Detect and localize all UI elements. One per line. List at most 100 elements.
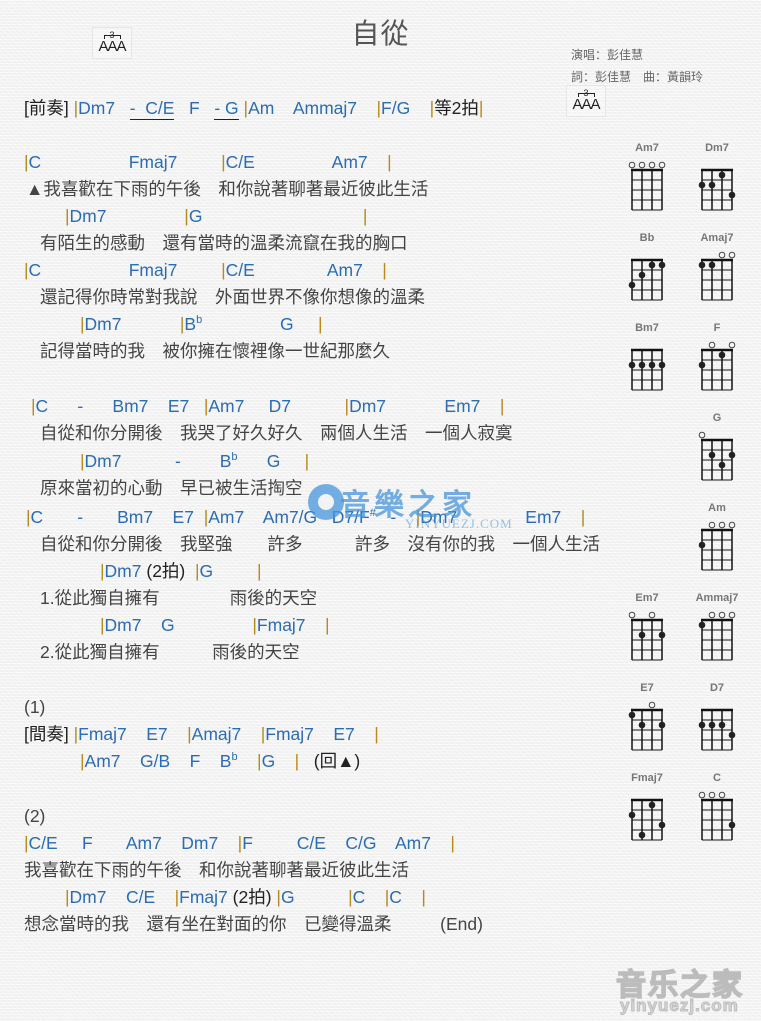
finger-dot (628, 811, 636, 819)
lyric-part: 許多 (267, 534, 303, 554)
chord-line: |Dm7 |Bb G | (80, 314, 323, 334)
fretboard-grid (628, 611, 666, 661)
chord: Ammaj7 (292, 98, 358, 118)
triplet-notes: AAA (98, 38, 126, 55)
chord: G (199, 561, 214, 581)
finger-dot (698, 361, 706, 369)
triplet-symbol-box: 3 AAA (92, 27, 132, 59)
lyric-line: 我喜歡在下雨的午後 和你說著聊著最近彼此生活 (24, 860, 409, 880)
fretboard-grid (698, 431, 736, 481)
chord-diagram-em7: Em7 (612, 592, 682, 672)
finger-dot (718, 351, 726, 359)
chord-line: |Dm7 G |Fmaj7 | (100, 615, 330, 635)
open-string-marker (728, 521, 736, 529)
chord: Fmaj7 (265, 724, 314, 744)
chord: - (77, 507, 84, 527)
chord-line: |Dm7 |G | (65, 206, 368, 226)
chord: - (214, 98, 221, 118)
fretboard-grid (698, 791, 736, 841)
open-string-marker (708, 521, 716, 529)
open-string-marker (718, 611, 726, 619)
chord: G/B (139, 751, 171, 771)
chord: Fmaj7 (128, 260, 178, 280)
chord-diagram-am7: Am7 (612, 142, 682, 222)
open-string-marker (648, 701, 656, 709)
chord: Dm7 (420, 507, 458, 527)
fretboard-grid (628, 258, 666, 301)
lyric-part: 一個人生活 (512, 534, 601, 554)
finger-dot (708, 721, 716, 729)
chord: Am7 (208, 396, 245, 416)
fretboard-grid (628, 161, 666, 211)
finger-dot (638, 831, 646, 839)
chord: C/E (28, 833, 58, 853)
finger-dot (708, 451, 716, 459)
chord: E7 (172, 507, 194, 527)
open-string-marker (718, 791, 726, 799)
chord: C (28, 260, 42, 280)
open-string-marker (708, 341, 716, 349)
open-string-marker (718, 521, 726, 529)
finger-dot (628, 281, 636, 289)
chord: E7 (333, 724, 355, 744)
chord: B (184, 314, 197, 334)
chord: Dm7 (69, 887, 107, 907)
chord: Dm7 (84, 451, 122, 471)
chord-line: |Dm7 - Bb G | (80, 451, 310, 471)
open-string-marker (628, 161, 636, 169)
chord: G (225, 98, 239, 118)
fretboard-grid (698, 341, 736, 391)
chord: F (189, 751, 201, 771)
finger-dot (728, 191, 736, 199)
chord: Bm7 (112, 396, 149, 416)
end-marker: (End) (440, 914, 483, 934)
chord: Fmaj7 (256, 615, 306, 635)
finger-dot (718, 461, 726, 469)
chord-diagram-fmaj7: Fmaj7 (612, 772, 682, 852)
chord-line: |C - Bm7 E7 |Am7 D7 |Dm7 Em7 | (31, 396, 505, 416)
finger-dot (658, 631, 666, 639)
chord-diagram-d7: D7 (682, 682, 752, 762)
finger-dot (718, 171, 726, 179)
chord: C/G (345, 833, 377, 853)
finger-dot (698, 721, 706, 729)
chord: C/E (145, 98, 175, 118)
lyric-part: 雨後的天空 (229, 588, 318, 608)
chord: Am7 (331, 152, 368, 172)
open-string-marker (658, 161, 666, 169)
lyric-line: 原來當初的心動 早已被生活掏空 (40, 478, 303, 498)
finger-dot (658, 261, 666, 269)
open-string-marker (718, 251, 726, 259)
chord: C/E (125, 887, 156, 907)
flat-sign: b (231, 451, 238, 463)
chord: Fmaj7 (128, 152, 178, 172)
chord-line: |C Fmaj7 |C/E Am7 | (24, 152, 392, 172)
lyric-part: 2.從此獨自擁有 (40, 642, 160, 662)
chord: C (30, 507, 44, 527)
chord-diagram-am: Am (682, 502, 752, 582)
intro-label: [前奏] (24, 98, 69, 118)
open-string-marker (708, 791, 716, 799)
finger-dot (658, 821, 666, 829)
chord: Am7 (394, 833, 431, 853)
chord: Em7 (444, 396, 481, 416)
singer-credit: 演唱：彭佳慧 (571, 48, 644, 62)
chord: C (28, 152, 42, 172)
finger-dot (638, 271, 646, 279)
interlude-label: [間奏] (24, 724, 69, 744)
chord: Fmaj7 (179, 887, 228, 907)
repeat-instruction: (回▲) (313, 751, 361, 771)
chord: Dm7 (349, 396, 387, 416)
chord: - (174, 451, 181, 471)
lyric-part: 我堅強 (180, 534, 233, 554)
finger-dot (638, 631, 646, 639)
lyric-line: 想念當時的我 還有坐在對面的你 已變得溫柔 (End) (24, 914, 483, 934)
chord: C (389, 887, 402, 907)
open-string-marker (648, 161, 656, 169)
chord: Am7 (208, 507, 245, 527)
beat-count: (2拍) (146, 561, 186, 581)
chord-diagram-ammaj7: Ammaj7 (682, 592, 752, 672)
finger-dot (648, 261, 656, 269)
chord: F (189, 98, 200, 118)
open-string-marker (698, 791, 706, 799)
